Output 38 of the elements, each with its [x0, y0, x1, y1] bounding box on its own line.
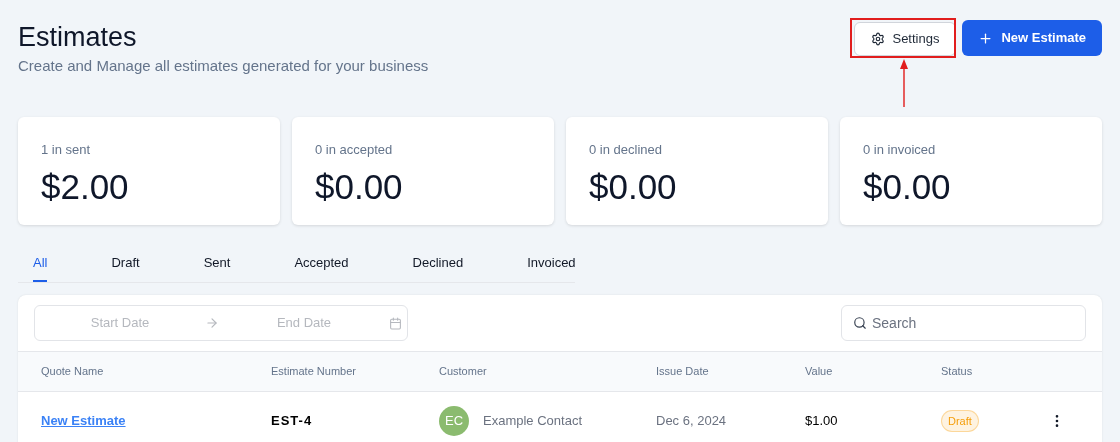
table-cell-text: EST-4 [271, 412, 314, 431]
table-cell-text: Dec 6, 2024 [656, 412, 728, 431]
plus-icon [978, 30, 994, 46]
column-header: Status [941, 364, 974, 380]
filter-tab[interactable]: Invoiced [527, 252, 576, 282]
stat-amount: $0.00 [863, 166, 952, 208]
stat-label: 0 in accepted [315, 140, 394, 159]
search-icon [853, 316, 867, 330]
stat-label: 0 in declined [589, 140, 663, 159]
column-header: Customer [439, 364, 488, 380]
quote-name-link[interactable]: New Estimate [41, 411, 271, 431]
annotation-arrow [900, 59, 909, 107]
stat-amount: $2.00 [41, 166, 130, 208]
column-header: Issue Date [656, 364, 710, 380]
column-header: Quote Name [41, 364, 105, 380]
new-estimate-button[interactable]: New Estimate [962, 20, 1102, 56]
filter-tab[interactable]: Accepted [294, 252, 349, 282]
stat-amount: $0.00 [589, 166, 678, 208]
filter-tab[interactable]: All [33, 252, 48, 282]
page-subtitle: Create and Manage all estimates generated for your business [18, 56, 429, 76]
stat-label: 0 in invoiced [863, 140, 937, 159]
table-cell-text: Example Contact [483, 412, 582, 431]
stat-amount: $0.00 [315, 166, 404, 208]
settings-button[interactable]: Settings [854, 22, 957, 56]
column-header: Estimate Number [271, 364, 357, 380]
filter-tab[interactable]: Sent [203, 252, 231, 282]
table-cell-text: $1.00 [805, 412, 839, 431]
filter-tab[interactable]: Declined [412, 252, 464, 282]
avatar: EC [439, 406, 469, 436]
column-header: Value [805, 364, 834, 380]
status-badge: Draft [941, 409, 979, 433]
calendar-icon [389, 316, 402, 330]
arrow-icon [205, 316, 219, 330]
page-title: Estimates [18, 21, 138, 54]
search-field[interactable]: Search [841, 305, 1086, 341]
stat-label: 1 in sent [41, 140, 92, 159]
filter-tab[interactable]: Draft [111, 252, 140, 282]
settings-icon [871, 32, 886, 46]
